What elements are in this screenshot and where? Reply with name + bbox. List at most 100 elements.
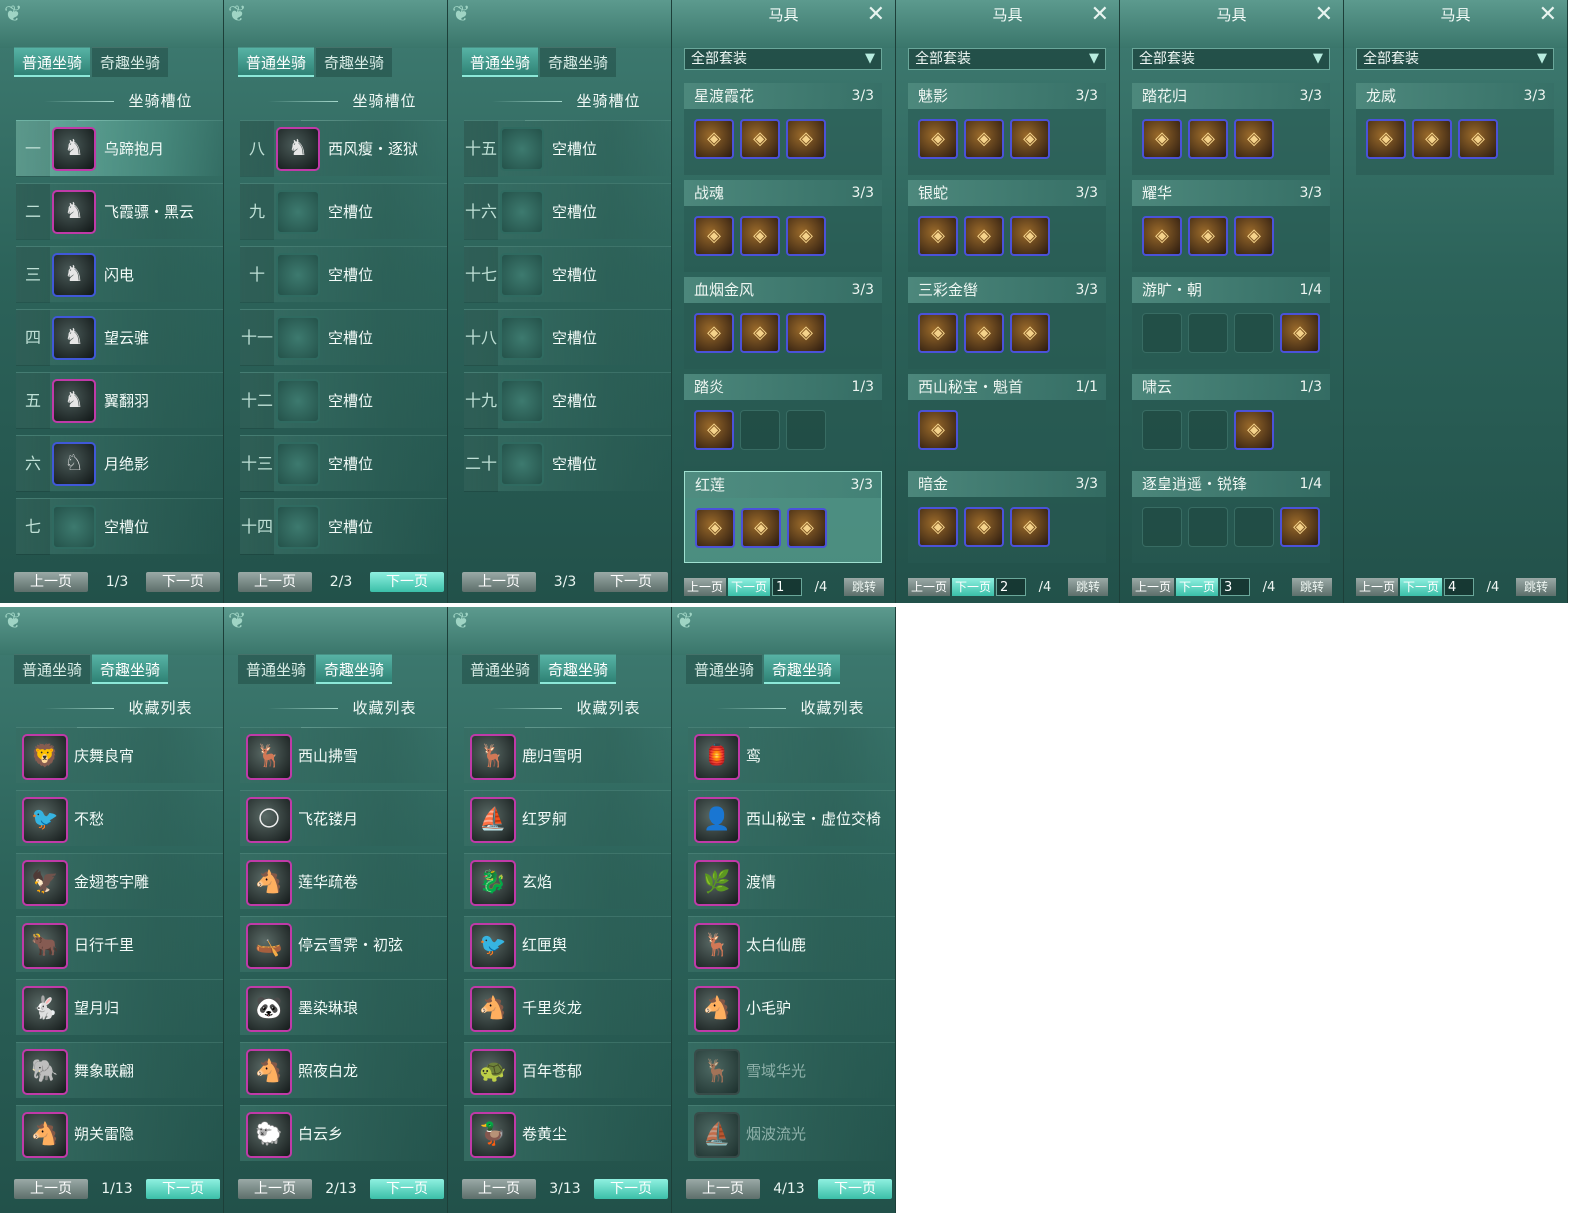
empty-item-slot[interactable] (1234, 507, 1274, 547)
prev-page-button[interactable]: 上一页 (686, 1179, 760, 1199)
tab-fun-mounts[interactable]: 奇趣坐骑 (764, 654, 840, 684)
collection-list-item[interactable]: 🐦 红匣舆 (464, 916, 671, 972)
collection-list-item[interactable]: 🐴 小毛驴 (688, 979, 895, 1035)
collection-list-item[interactable]: 🐑 白云乡 (240, 1105, 447, 1161)
saddle-item-icon[interactable]: ◈ (787, 508, 827, 548)
saddle-item-icon[interactable]: ◈ (741, 508, 781, 548)
collection-list-item[interactable]: 👤 西山秘宝・虚位交椅 (688, 790, 895, 846)
collection-list-item[interactable]: 🛶 停云雪霁・初弦 (240, 916, 447, 972)
gear-set-card[interactable]: 西山秘宝・魁首 1/1 ◈ (908, 374, 1106, 466)
collection-list-item[interactable]: ⛵ 红罗舸 (464, 790, 671, 846)
tab-fun-mounts[interactable]: 奇趣坐骑 (540, 47, 616, 77)
saddle-item-icon[interactable]: ◈ (964, 507, 1004, 547)
empty-item-slot[interactable] (1142, 410, 1182, 450)
mount-slot-row[interactable]: 十七 空槽位 (464, 246, 671, 303)
saddle-item-icon[interactable]: ◈ (918, 313, 958, 353)
next-page-button[interactable]: 下一页 (594, 1179, 668, 1199)
collection-list-item[interactable]: 🦌 雪域华光 (688, 1042, 895, 1098)
saddle-item-icon[interactable]: ◈ (740, 216, 780, 256)
mount-slot-row[interactable]: 十九 空槽位 (464, 372, 671, 429)
gear-set-card[interactable]: 红莲 3/3 ◈ ◈ ◈ (684, 471, 882, 563)
next-page-button[interactable]: 下一页 (146, 1179, 220, 1199)
gear-set-card[interactable]: 魅影 3/3 ◈ ◈ ◈ (908, 83, 1106, 175)
tab-fun-mounts[interactable]: 奇趣坐骑 (316, 654, 392, 684)
collection-list-item[interactable]: ⛵ 烟波流光 (688, 1105, 895, 1161)
prev-page-button[interactable]: 上一页 (1132, 578, 1174, 596)
tab-normal-mounts[interactable]: 普通坐骑 (238, 47, 314, 77)
mount-slot-row[interactable]: 四 ♞ 望云骓 (16, 309, 223, 366)
page-number-input[interactable]: 2 (996, 578, 1026, 596)
prev-page-button[interactable]: 上一页 (238, 1179, 312, 1199)
prev-page-button[interactable]: 上一页 (462, 1179, 536, 1199)
saddle-item-icon[interactable]: ◈ (694, 410, 734, 450)
tab-normal-mounts[interactable]: 普通坐骑 (462, 47, 538, 77)
collection-list-item[interactable]: 🦁 庆舞良宵 (16, 727, 223, 783)
saddle-item-icon[interactable]: ◈ (1010, 119, 1050, 159)
collection-list-item[interactable]: 🐂 日行千里 (16, 916, 223, 972)
collection-list-item[interactable]: 🐴 照夜白龙 (240, 1042, 447, 1098)
saddle-item-icon[interactable]: ◈ (918, 119, 958, 159)
mount-slot-row[interactable]: 九 空槽位 (240, 183, 447, 240)
collection-list-item[interactable]: 🐉 玄焰 (464, 853, 671, 909)
tab-normal-mounts[interactable]: 普通坐骑 (14, 47, 90, 77)
saddle-item-icon[interactable]: ◈ (1234, 216, 1274, 256)
saddle-item-icon[interactable]: ◈ (964, 119, 1004, 159)
collection-list-item[interactable]: 🌕 飞花镂月 (240, 790, 447, 846)
saddle-item-icon[interactable]: ◈ (1010, 313, 1050, 353)
collection-list-item[interactable]: 🐢 百年苍郁 (464, 1042, 671, 1098)
set-filter-dropdown[interactable]: 全部套装 ▼ (908, 48, 1106, 70)
gear-set-card[interactable]: 银蛇 3/3 ◈ ◈ ◈ (908, 180, 1106, 272)
next-page-button[interactable]: 下一页 (1176, 578, 1218, 596)
saddle-item-icon[interactable]: ◈ (786, 216, 826, 256)
tab-fun-mounts[interactable]: 奇趣坐骑 (92, 47, 168, 77)
saddle-item-icon[interactable]: ◈ (964, 216, 1004, 256)
set-filter-dropdown[interactable]: 全部套装 ▼ (1132, 48, 1330, 70)
collection-list-item[interactable]: 🐴 千里炎龙 (464, 979, 671, 1035)
prev-page-button[interactable]: 上一页 (908, 578, 950, 596)
tab-fun-mounts[interactable]: 奇趣坐骑 (540, 654, 616, 684)
collection-list-item[interactable]: 🌿 渡情 (688, 853, 895, 909)
saddle-item-icon[interactable]: ◈ (918, 507, 958, 547)
collection-list-item[interactable]: 🐘 舞象联翩 (16, 1042, 223, 1098)
jump-button[interactable]: 跳转 (1068, 578, 1108, 596)
close-icon[interactable]: ✕ (1315, 2, 1333, 28)
mount-slot-row[interactable]: 八 ♞ 西风瘦・逐狱 (240, 120, 447, 177)
prev-page-button[interactable]: 上一页 (462, 572, 536, 592)
gear-set-card[interactable]: 耀华 3/3 ◈ ◈ ◈ (1132, 180, 1330, 272)
page-number-input[interactable]: 4 (1444, 578, 1474, 596)
tab-normal-mounts[interactable]: 普通坐骑 (686, 654, 762, 684)
gear-set-card[interactable]: 啸云 1/3 ◈ (1132, 374, 1330, 466)
collection-list-item[interactable]: 🦆 卷黄尘 (464, 1105, 671, 1161)
gear-set-card[interactable]: 星渡霞花 3/3 ◈ ◈ ◈ (684, 83, 882, 175)
empty-item-slot[interactable] (740, 410, 780, 450)
page-number-input[interactable]: 3 (1220, 578, 1250, 596)
gear-set-card[interactable]: 战魂 3/3 ◈ ◈ ◈ (684, 180, 882, 272)
collection-list-item[interactable]: 🦅 金翅苍宇雕 (16, 853, 223, 909)
mount-slot-row[interactable]: 十三 空槽位 (240, 435, 447, 492)
mount-slot-row[interactable]: 六 ♘ 月绝影 (16, 435, 223, 492)
mount-slot-row[interactable]: 三 ♞ 闪电 (16, 246, 223, 303)
saddle-item-icon[interactable]: ◈ (786, 119, 826, 159)
saddle-item-icon[interactable]: ◈ (1280, 507, 1320, 547)
saddle-item-icon[interactable]: ◈ (1142, 119, 1182, 159)
gear-set-card[interactable]: 三彩金辔 3/3 ◈ ◈ ◈ (908, 277, 1106, 369)
close-icon[interactable]: ✕ (1091, 2, 1109, 28)
set-filter-dropdown[interactable]: 全部套装 ▼ (684, 48, 882, 70)
collection-list-item[interactable]: 🐴 莲华疏卷 (240, 853, 447, 909)
prev-page-button[interactable]: 上一页 (238, 572, 312, 592)
saddle-item-icon[interactable]: ◈ (1010, 507, 1050, 547)
prev-page-button[interactable]: 上一页 (1356, 578, 1398, 596)
set-filter-dropdown[interactable]: 全部套装 ▼ (1356, 48, 1554, 70)
collection-list-item[interactable]: 🐴 朔关雷隐 (16, 1105, 223, 1161)
saddle-item-icon[interactable]: ◈ (1142, 216, 1182, 256)
saddle-item-icon[interactable]: ◈ (694, 119, 734, 159)
saddle-item-icon[interactable]: ◈ (918, 216, 958, 256)
next-page-button[interactable]: 下一页 (146, 572, 220, 592)
gear-set-card[interactable]: 踏炎 1/3 ◈ (684, 374, 882, 466)
saddle-item-icon[interactable]: ◈ (1234, 410, 1274, 450)
next-page-button[interactable]: 下一页 (818, 1179, 892, 1199)
close-icon[interactable]: ✕ (867, 2, 885, 28)
mount-slot-row[interactable]: 十六 空槽位 (464, 183, 671, 240)
mount-slot-row[interactable]: 一 ♞ 乌蹄抱月 (16, 120, 223, 177)
empty-item-slot[interactable] (1188, 507, 1228, 547)
